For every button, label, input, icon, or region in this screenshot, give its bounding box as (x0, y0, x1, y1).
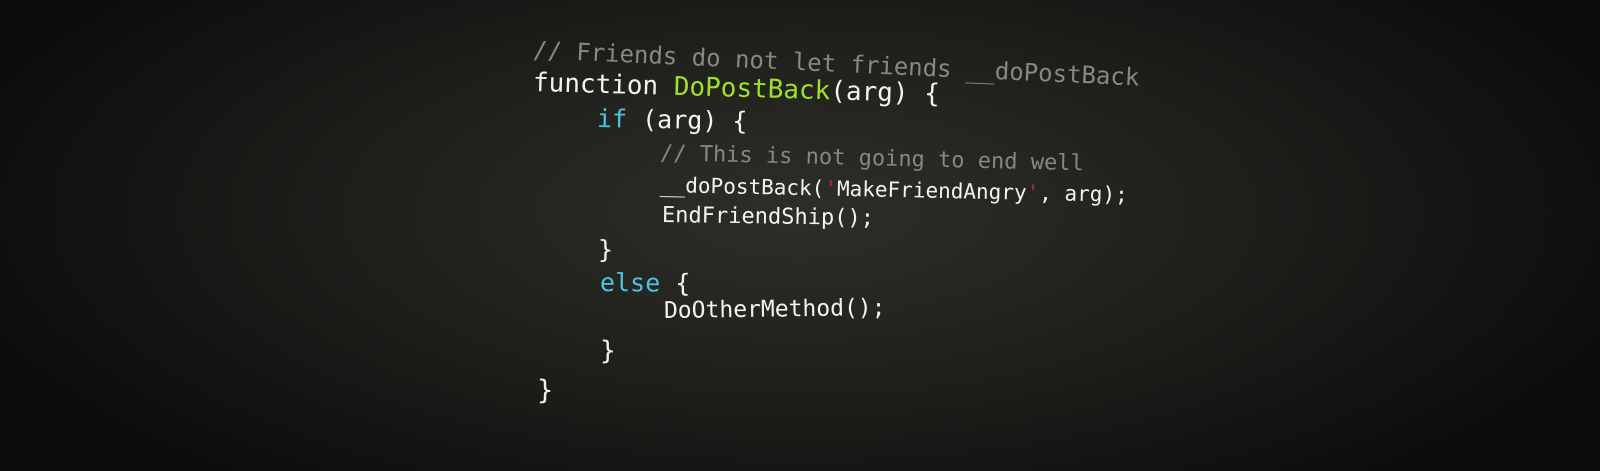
keyword-function: function (532, 68, 659, 102)
code-doothermethod-call: DoOtherMethod(); (663, 294, 886, 324)
code-closing-brace: } (600, 336, 616, 366)
else-brace: { (660, 268, 691, 298)
code-dopostback-call: __doPostBack('MakeFriendAngry', arg); (659, 173, 1129, 207)
code-endfriendship-call: EndFriendShip(); (661, 203, 875, 231)
string-quote: ' (1026, 180, 1040, 205)
if-condition: (arg) { (626, 104, 748, 136)
function-params: (arg) { (829, 76, 941, 110)
string-quote: ' (824, 176, 838, 201)
keyword-if: if (596, 104, 628, 134)
function-name: DoPostBack (673, 71, 831, 107)
keyword-else: else (599, 268, 661, 298)
code-closing-brace: } (598, 235, 614, 264)
code-else-line: else { (599, 268, 691, 298)
code-comment-line: // This is not going to end well (659, 141, 1085, 177)
code-if-line: if (arg) { (596, 104, 748, 136)
string-literal: MakeFriendAngry (836, 176, 1027, 205)
call-name: __doPostBack( (659, 173, 825, 201)
code-closing-brace: } (537, 375, 554, 406)
call-args: , arg); (1039, 180, 1129, 207)
